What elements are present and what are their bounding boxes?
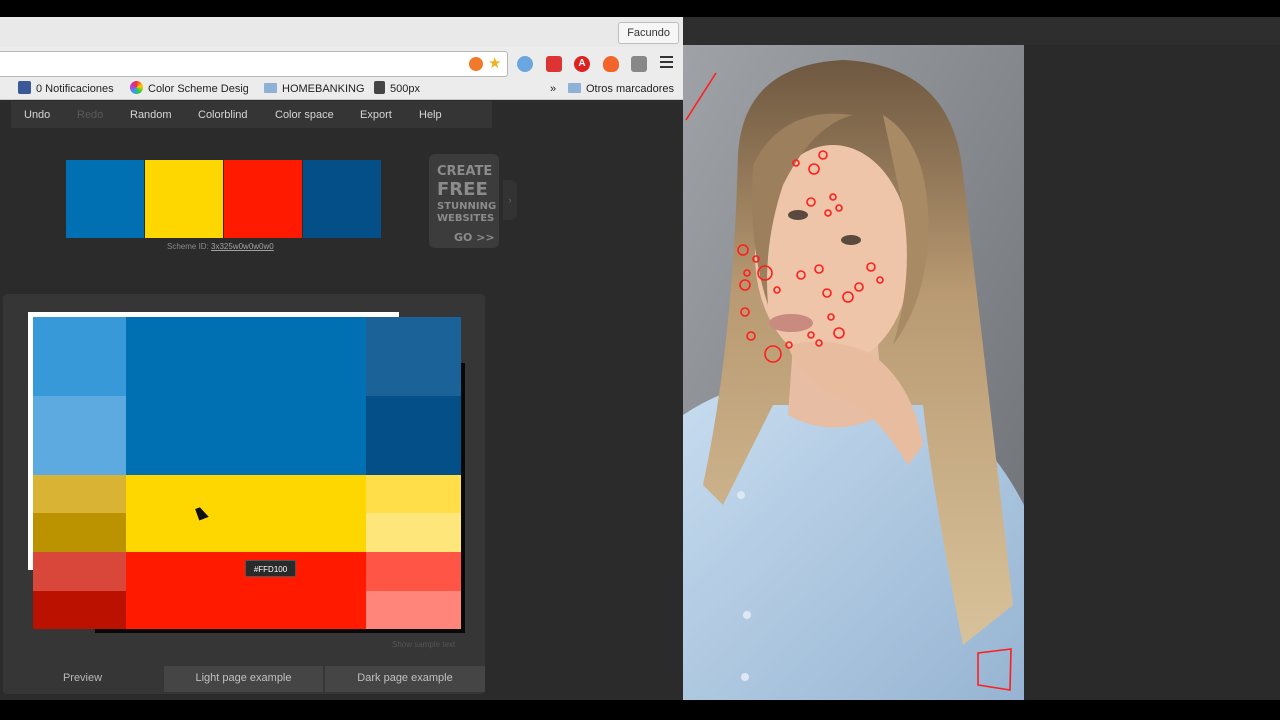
cell-blue-dark-1[interactable] [366,317,461,396]
bookmark-color-scheme[interactable]: Color Scheme Desig [130,81,248,97]
color-preview-grid[interactable] [33,317,461,629]
portrait-image [683,45,1024,700]
cell-yellow-4[interactable] [366,513,461,552]
bottom-bar [0,700,1280,720]
app-menu-bar: Undo Redo Random Colorblind Color space … [11,101,492,128]
cell-yellow-3[interactable] [366,475,461,513]
cell-red-2[interactable] [33,591,126,629]
menu-undo[interactable]: Undo [24,109,50,121]
menu-colorblind[interactable]: Colorblind [198,109,248,121]
scheme-id-link[interactable]: 3x325w0w0w0w0 [211,242,274,251]
cell-blue-light-1[interactable] [33,317,126,396]
folder-icon [568,83,581,93]
shield-icon[interactable] [546,56,562,72]
scheme-swatches[interactable] [66,160,382,238]
cell-red-3[interactable] [366,552,461,591]
viewer-background [1024,45,1280,700]
menu-icon[interactable] [660,56,673,70]
show-sample-text-link[interactable]: Show sample text [392,640,455,649]
bookmark-other[interactable]: Otros marcadores [568,81,674,97]
cell-red-1[interactable] [33,552,126,591]
scheme-id: Scheme ID: 3x325w0w0w0w0 [167,242,274,251]
color-wheel-icon [130,81,143,94]
title-bar: Facundo [0,17,683,47]
bookmarks-overflow[interactable]: » [550,81,556,97]
cell-yellow-1[interactable] [33,475,126,513]
browser-toolbar: ★ A [0,47,683,81]
cell-yellow-2[interactable] [33,513,126,552]
cell-blue-light-2[interactable] [33,396,126,475]
tab-light-page[interactable]: Light page example [164,666,323,692]
address-bar[interactable]: ★ [0,51,508,77]
star-icon[interactable]: ★ [488,54,501,72]
color-tooltip: #FFD100 [245,560,296,577]
menu-redo[interactable]: Redo [77,109,103,121]
cell-yellow-main[interactable] [126,475,366,552]
bookmark-homebanking[interactable]: HOMEBANKING [264,81,365,97]
swatch-secondary-2[interactable] [224,160,302,238]
swatch-primary[interactable] [66,160,144,238]
browser-window: Facundo ★ A 0 Notificaciones Color Schem… [0,17,683,700]
screen: Facundo ★ A 0 Notificaciones Color Schem… [0,0,1280,720]
portrait-photo [683,45,1024,700]
flame-icon[interactable] [603,56,619,72]
dice-icon[interactable] [631,56,647,72]
bookmarks-bar: 0 Notificaciones Color Scheme Desig HOME… [0,77,683,100]
profile-button[interactable]: Facundo [618,22,679,44]
menu-random[interactable]: Random [130,109,172,121]
extension-icon[interactable] [469,57,483,71]
bookmark-500px[interactable]: 500px [374,81,420,97]
menu-color-space[interactable]: Color space [275,109,334,121]
cell-blue-main[interactable] [126,317,366,475]
adblock-icon[interactable]: A [574,56,590,72]
paletton-page: Undo Redo Random Colorblind Color space … [0,101,683,700]
viewer-top-bar [683,17,1280,45]
bookmark-facebook[interactable]: 0 Notificaciones [18,81,114,97]
chevron-right-icon[interactable]: › [503,180,517,220]
tab-preview[interactable]: Preview [3,666,162,692]
menu-help[interactable]: Help [419,109,442,121]
cell-blue-dark-2[interactable] [366,396,461,475]
tab-dark-page[interactable]: Dark page example [325,666,485,692]
sync-icon[interactable] [517,56,533,72]
swatch-complement[interactable] [303,160,381,238]
ad-banner[interactable]: CREATE FREE STUNNING WEBSITES GO >> [429,154,499,248]
500px-icon [374,81,385,94]
facebook-icon [18,81,31,94]
menu-export[interactable]: Export [360,109,392,121]
folder-icon [264,83,277,93]
preview-tabs: Preview Light page example Dark page exa… [3,666,485,692]
cell-red-4[interactable] [366,591,461,629]
swatch-secondary-1[interactable] [145,160,223,238]
